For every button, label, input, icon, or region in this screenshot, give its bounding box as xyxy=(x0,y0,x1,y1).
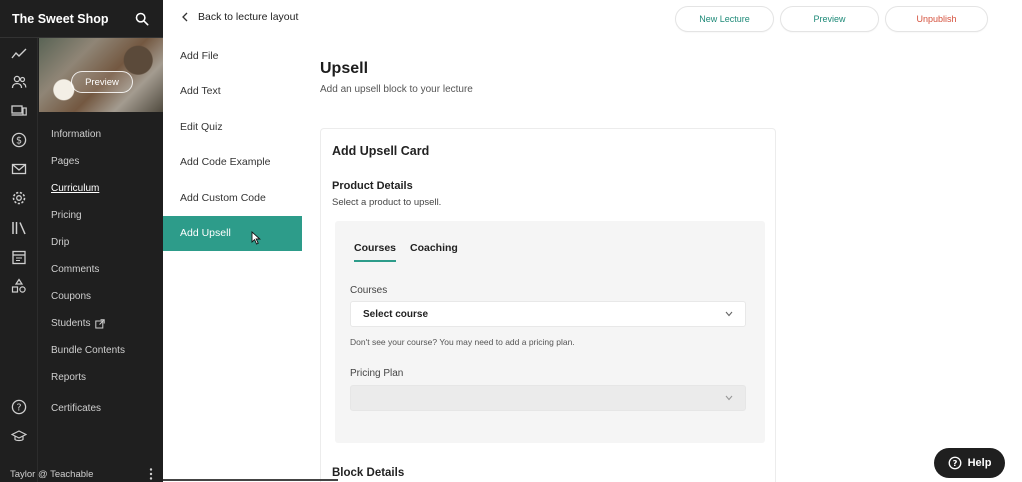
sidebar-item-label: Coupons xyxy=(51,291,92,302)
sidebar-item-bundle-contents[interactable]: Bundle Contents xyxy=(51,337,125,364)
block-item-add-custom-code[interactable]: Add Custom Code xyxy=(163,180,302,216)
dollar-icon[interactable]: $ xyxy=(11,132,27,148)
help-label: Help xyxy=(967,457,992,469)
help-circle-icon: ? xyxy=(948,456,962,470)
block-item-label: Add Upsell xyxy=(180,227,231,240)
sidebar-item-pricing[interactable]: Pricing xyxy=(51,202,125,229)
block-item-label: Add File xyxy=(180,49,219,62)
sidebar-item-label: Pricing xyxy=(51,210,82,221)
icon-rail: $ ? xyxy=(0,38,38,482)
preview-button[interactable]: Preview xyxy=(780,6,879,32)
svg-text:?: ? xyxy=(952,458,957,468)
sidebar-item-information[interactable]: Information xyxy=(51,121,125,148)
help-button[interactable]: ? Help xyxy=(934,448,1005,478)
users-icon[interactable] xyxy=(11,74,27,90)
sidebar-item-pages[interactable]: Pages xyxy=(51,148,125,175)
sidebar-item-label: Certificates xyxy=(51,403,102,414)
sidebar-item-comments[interactable]: Comments xyxy=(51,256,125,283)
course-select[interactable]: Select course xyxy=(350,301,746,327)
course-nav: Information Pages Curriculum Pricing Dri… xyxy=(51,121,125,422)
mouse-cursor-icon xyxy=(251,231,261,245)
mail-icon[interactable] xyxy=(11,161,27,177)
calendar-icon[interactable] xyxy=(11,249,27,265)
block-item-label: Add Text xyxy=(180,85,221,98)
block-item-label: Add Custom Code xyxy=(180,191,266,204)
card-title: Add Upsell Card xyxy=(332,144,430,158)
block-item-add-code-example[interactable]: Add Code Example xyxy=(163,145,302,181)
sidebar-item-certificates[interactable]: Certificates xyxy=(51,395,125,422)
tab-courses[interactable]: Courses xyxy=(354,242,397,262)
devices-icon[interactable] xyxy=(11,103,27,119)
pricing-plan-select[interactable] xyxy=(350,385,746,411)
page-title: Upsell xyxy=(320,60,369,77)
upsell-header: Upsell Add an upsell block to your lectu… xyxy=(320,60,473,95)
sidebar-item-reports[interactable]: Reports xyxy=(51,364,125,391)
product-details-title: Product Details xyxy=(332,180,413,192)
block-item-edit-quiz[interactable]: Edit Quiz xyxy=(163,109,302,145)
course-preview-button[interactable]: Preview xyxy=(71,71,133,93)
course-thumbnail: Preview xyxy=(39,38,163,112)
block-item-label: Edit Quiz xyxy=(180,120,223,133)
block-item-add-upsell[interactable]: Add Upsell xyxy=(163,215,302,251)
pricing-plan-label: Pricing Plan xyxy=(350,368,404,379)
sidebar-item-label: Drip xyxy=(51,237,70,248)
sidebar-item-label: Reports xyxy=(51,372,87,383)
trend-icon[interactable] xyxy=(11,46,27,62)
sidebar-item-students[interactable]: Students xyxy=(51,310,125,337)
product-details-subtitle: Select a product to upsell. xyxy=(332,197,442,208)
course-hint: Don't see your course? You may need to a… xyxy=(350,337,575,347)
sidebar-item-drip[interactable]: Drip xyxy=(51,229,125,256)
product-picker-panel: Courses Coaching Courses Select course D… xyxy=(335,221,765,443)
sidebar-item-label: Curriculum xyxy=(51,183,100,194)
block-details-title: Block Details xyxy=(332,467,405,479)
sidebar-item-label: Bundle Contents xyxy=(51,345,125,356)
block-item-add-file[interactable]: Add File xyxy=(163,38,302,74)
more-options-icon[interactable] xyxy=(149,468,153,480)
chevron-down-icon xyxy=(725,395,733,401)
sidebar-footer: Taylor @ Teachable xyxy=(0,466,163,482)
help-circle-icon[interactable]: ? xyxy=(11,399,27,415)
graduation-cap-icon[interactable] xyxy=(11,428,27,444)
svg-text:?: ? xyxy=(16,403,21,414)
scroll-indicator xyxy=(163,479,338,481)
back-to-lecture-layout-link[interactable]: Back to lecture layout xyxy=(181,11,298,23)
chevron-left-icon xyxy=(182,12,188,22)
page-subtitle: Add an upsell block to your lecture xyxy=(320,84,473,95)
course-sidebar: The Sweet Shop $ ? Preview Information P… xyxy=(0,0,163,482)
courses-label: Courses xyxy=(350,285,388,296)
search-icon[interactable] xyxy=(135,12,149,26)
back-label: Back to lecture layout xyxy=(198,11,299,23)
sidebar-item-label: Comments xyxy=(51,264,100,275)
sidebar-item-label: Students xyxy=(51,318,91,329)
block-item-add-text[interactable]: Add Text xyxy=(163,74,302,110)
course-select-value: Select course xyxy=(363,308,429,320)
gear-icon[interactable] xyxy=(11,190,27,206)
school-name[interactable]: The Sweet Shop xyxy=(12,12,109,26)
tab-coaching[interactable]: Coaching xyxy=(410,242,458,260)
shapes-icon[interactable] xyxy=(11,278,27,294)
new-lecture-button[interactable]: New Lecture xyxy=(675,6,774,32)
block-type-list: Add File Add Text Edit Quiz Add Code Exa… xyxy=(163,38,302,251)
sidebar-header: The Sweet Shop xyxy=(0,0,163,38)
svg-text:$: $ xyxy=(16,136,22,147)
lecture-topbar: Back to lecture layout New Lecture Previ… xyxy=(163,0,1022,38)
sidebar-item-label: Information xyxy=(51,129,102,140)
user-name[interactable]: Taylor @ Teachable xyxy=(10,469,93,480)
upsell-card: Add Upsell Card Product Details Select a… xyxy=(320,128,776,482)
unpublish-button[interactable]: Unpublish xyxy=(885,6,988,32)
library-icon[interactable] xyxy=(11,220,27,236)
sidebar-item-label: Pages xyxy=(51,156,80,167)
sidebar-item-curriculum[interactable]: Curriculum xyxy=(51,175,125,202)
external-link-icon xyxy=(95,318,106,328)
block-item-label: Add Code Example xyxy=(180,156,271,169)
chevron-down-icon xyxy=(725,311,733,317)
sidebar-item-coupons[interactable]: Coupons xyxy=(51,283,125,310)
